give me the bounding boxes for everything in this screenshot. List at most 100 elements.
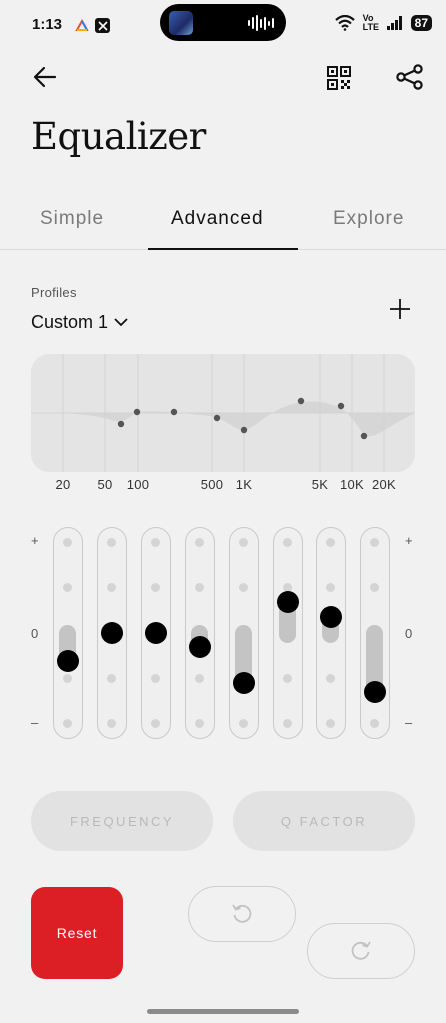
slider-tick-dot: [63, 582, 72, 592]
x-app-icon: [95, 18, 110, 33]
slider-tick-dot: [283, 673, 292, 683]
share-button[interactable]: [396, 64, 424, 95]
arrow-left-icon: [33, 66, 57, 88]
slider-tick-dot: [107, 537, 116, 547]
active-tab-indicator: [148, 248, 298, 250]
back-button[interactable]: [33, 66, 57, 93]
slider-tick-dot: [326, 718, 335, 728]
eq-band-slider-1[interactable]: [53, 527, 83, 739]
scale-zero-right: 0: [405, 626, 413, 641]
slider-knob[interactable]: [56, 650, 79, 673]
slider-tick-dot: [283, 718, 292, 728]
tab-explore[interactable]: Explore: [333, 208, 404, 230]
eq-band-slider-3[interactable]: [141, 527, 171, 739]
app-notification-icon: [74, 18, 89, 33]
slider-tick-dot: [283, 537, 292, 547]
eq-band-slider-6[interactable]: [273, 527, 303, 739]
freq-label-1k: 1K: [235, 477, 253, 492]
network-type-label: Vo LTE: [362, 13, 379, 32]
curve-point-5: [240, 426, 248, 434]
slider-tick-dot: [195, 582, 204, 592]
wifi-icon: [334, 15, 355, 31]
home-indicator: [147, 1009, 299, 1014]
scale-minus-left: –: [31, 715, 39, 730]
redo-icon: [351, 941, 371, 960]
add-profile-button[interactable]: [389, 298, 411, 325]
freq-label-20: 20: [55, 477, 71, 492]
battery-indicator: 87: [410, 15, 432, 31]
tab-simple[interactable]: Simple: [40, 208, 104, 230]
eq-band-slider-7[interactable]: [316, 527, 346, 739]
undo-icon: [232, 904, 252, 923]
slider-tick-dot: [63, 673, 72, 683]
curve-point-7: [337, 402, 345, 410]
slider-tick-dot: [326, 673, 335, 683]
reset-button[interactable]: Reset: [31, 887, 123, 979]
tab-advanced[interactable]: Advanced: [171, 208, 264, 230]
eq-band-slider-2[interactable]: [97, 527, 127, 739]
album-art-icon: [169, 11, 193, 35]
curve-point-3: [170, 408, 178, 416]
slider-knob[interactable]: [363, 680, 386, 703]
slider-tick-dot: [195, 718, 204, 728]
slider-knob[interactable]: [276, 590, 299, 613]
freq-label-20k: 20K: [371, 477, 397, 492]
slider-tick-dot: [151, 673, 160, 683]
redo-button[interactable]: [307, 923, 415, 979]
freq-label-5k: 5K: [311, 477, 329, 492]
scale-plus-right: +: [405, 533, 413, 548]
slider-tick-dot: [326, 537, 335, 547]
undo-button[interactable]: [188, 886, 296, 942]
freq-label-50: 50: [97, 477, 113, 492]
slider-tick-dot: [370, 537, 379, 547]
status-right-icons: Vo LTE 87: [334, 13, 432, 32]
freq-label-10k: 10K: [339, 477, 365, 492]
slider-tick-dot: [151, 537, 160, 547]
profile-dropdown[interactable]: Custom 1: [31, 312, 128, 333]
eq-band-slider-5[interactable]: [229, 527, 259, 739]
profiles-label: Profiles: [31, 285, 77, 300]
curve-point-4: [213, 414, 221, 422]
frequency-button[interactable]: FREQUENCY: [31, 791, 213, 851]
dynamic-island[interactable]: [160, 4, 286, 41]
q-factor-button[interactable]: Q FACTOR: [233, 791, 415, 851]
slider-tick-dot: [63, 718, 72, 728]
eq-curve-graph: [31, 354, 415, 472]
audio-wave-icon: [248, 15, 274, 31]
slider-knob[interactable]: [144, 621, 167, 644]
slider-knob[interactable]: [188, 635, 211, 658]
slider-tick-dot: [63, 537, 72, 547]
slider-tick-dot: [151, 718, 160, 728]
slider-tick-dot: [326, 582, 335, 592]
curve-point-2: [133, 408, 141, 416]
slider-tick-dot: [195, 537, 204, 547]
slider-tick-dot: [195, 673, 204, 683]
eq-band-slider-8[interactable]: [360, 527, 390, 739]
profile-selected-value: Custom 1: [31, 312, 109, 332]
slider-tick-dot: [107, 718, 116, 728]
slider-tick-dot: [239, 582, 248, 592]
slider-tick-dot: [370, 718, 379, 728]
slider-tick-dot: [107, 582, 116, 592]
slider-knob[interactable]: [232, 671, 255, 694]
slider-knob[interactable]: [100, 621, 123, 644]
qr-code-button[interactable]: [327, 66, 351, 95]
notification-icons: [74, 18, 110, 33]
freq-label-500: 500: [200, 477, 224, 492]
slider-knob[interactable]: [319, 606, 342, 629]
curve-point-1: [117, 420, 125, 428]
scale-minus-right: –: [405, 715, 413, 730]
slider-tick-dot: [370, 582, 379, 592]
scale-zero-left: 0: [31, 626, 39, 641]
slider-tick-dot: [239, 718, 248, 728]
slider-tick-dot: [239, 537, 248, 547]
share-icon: [396, 64, 423, 90]
status-time: 1:13: [32, 16, 63, 33]
slider-tick-dot: [151, 582, 160, 592]
plus-icon: [390, 299, 410, 319]
curve-point-8: [360, 432, 368, 440]
eq-band-slider-4[interactable]: [185, 527, 215, 739]
freq-label-100: 100: [126, 477, 150, 492]
scale-plus-left: +: [31, 533, 39, 548]
eq-curve-svg: [31, 354, 415, 472]
